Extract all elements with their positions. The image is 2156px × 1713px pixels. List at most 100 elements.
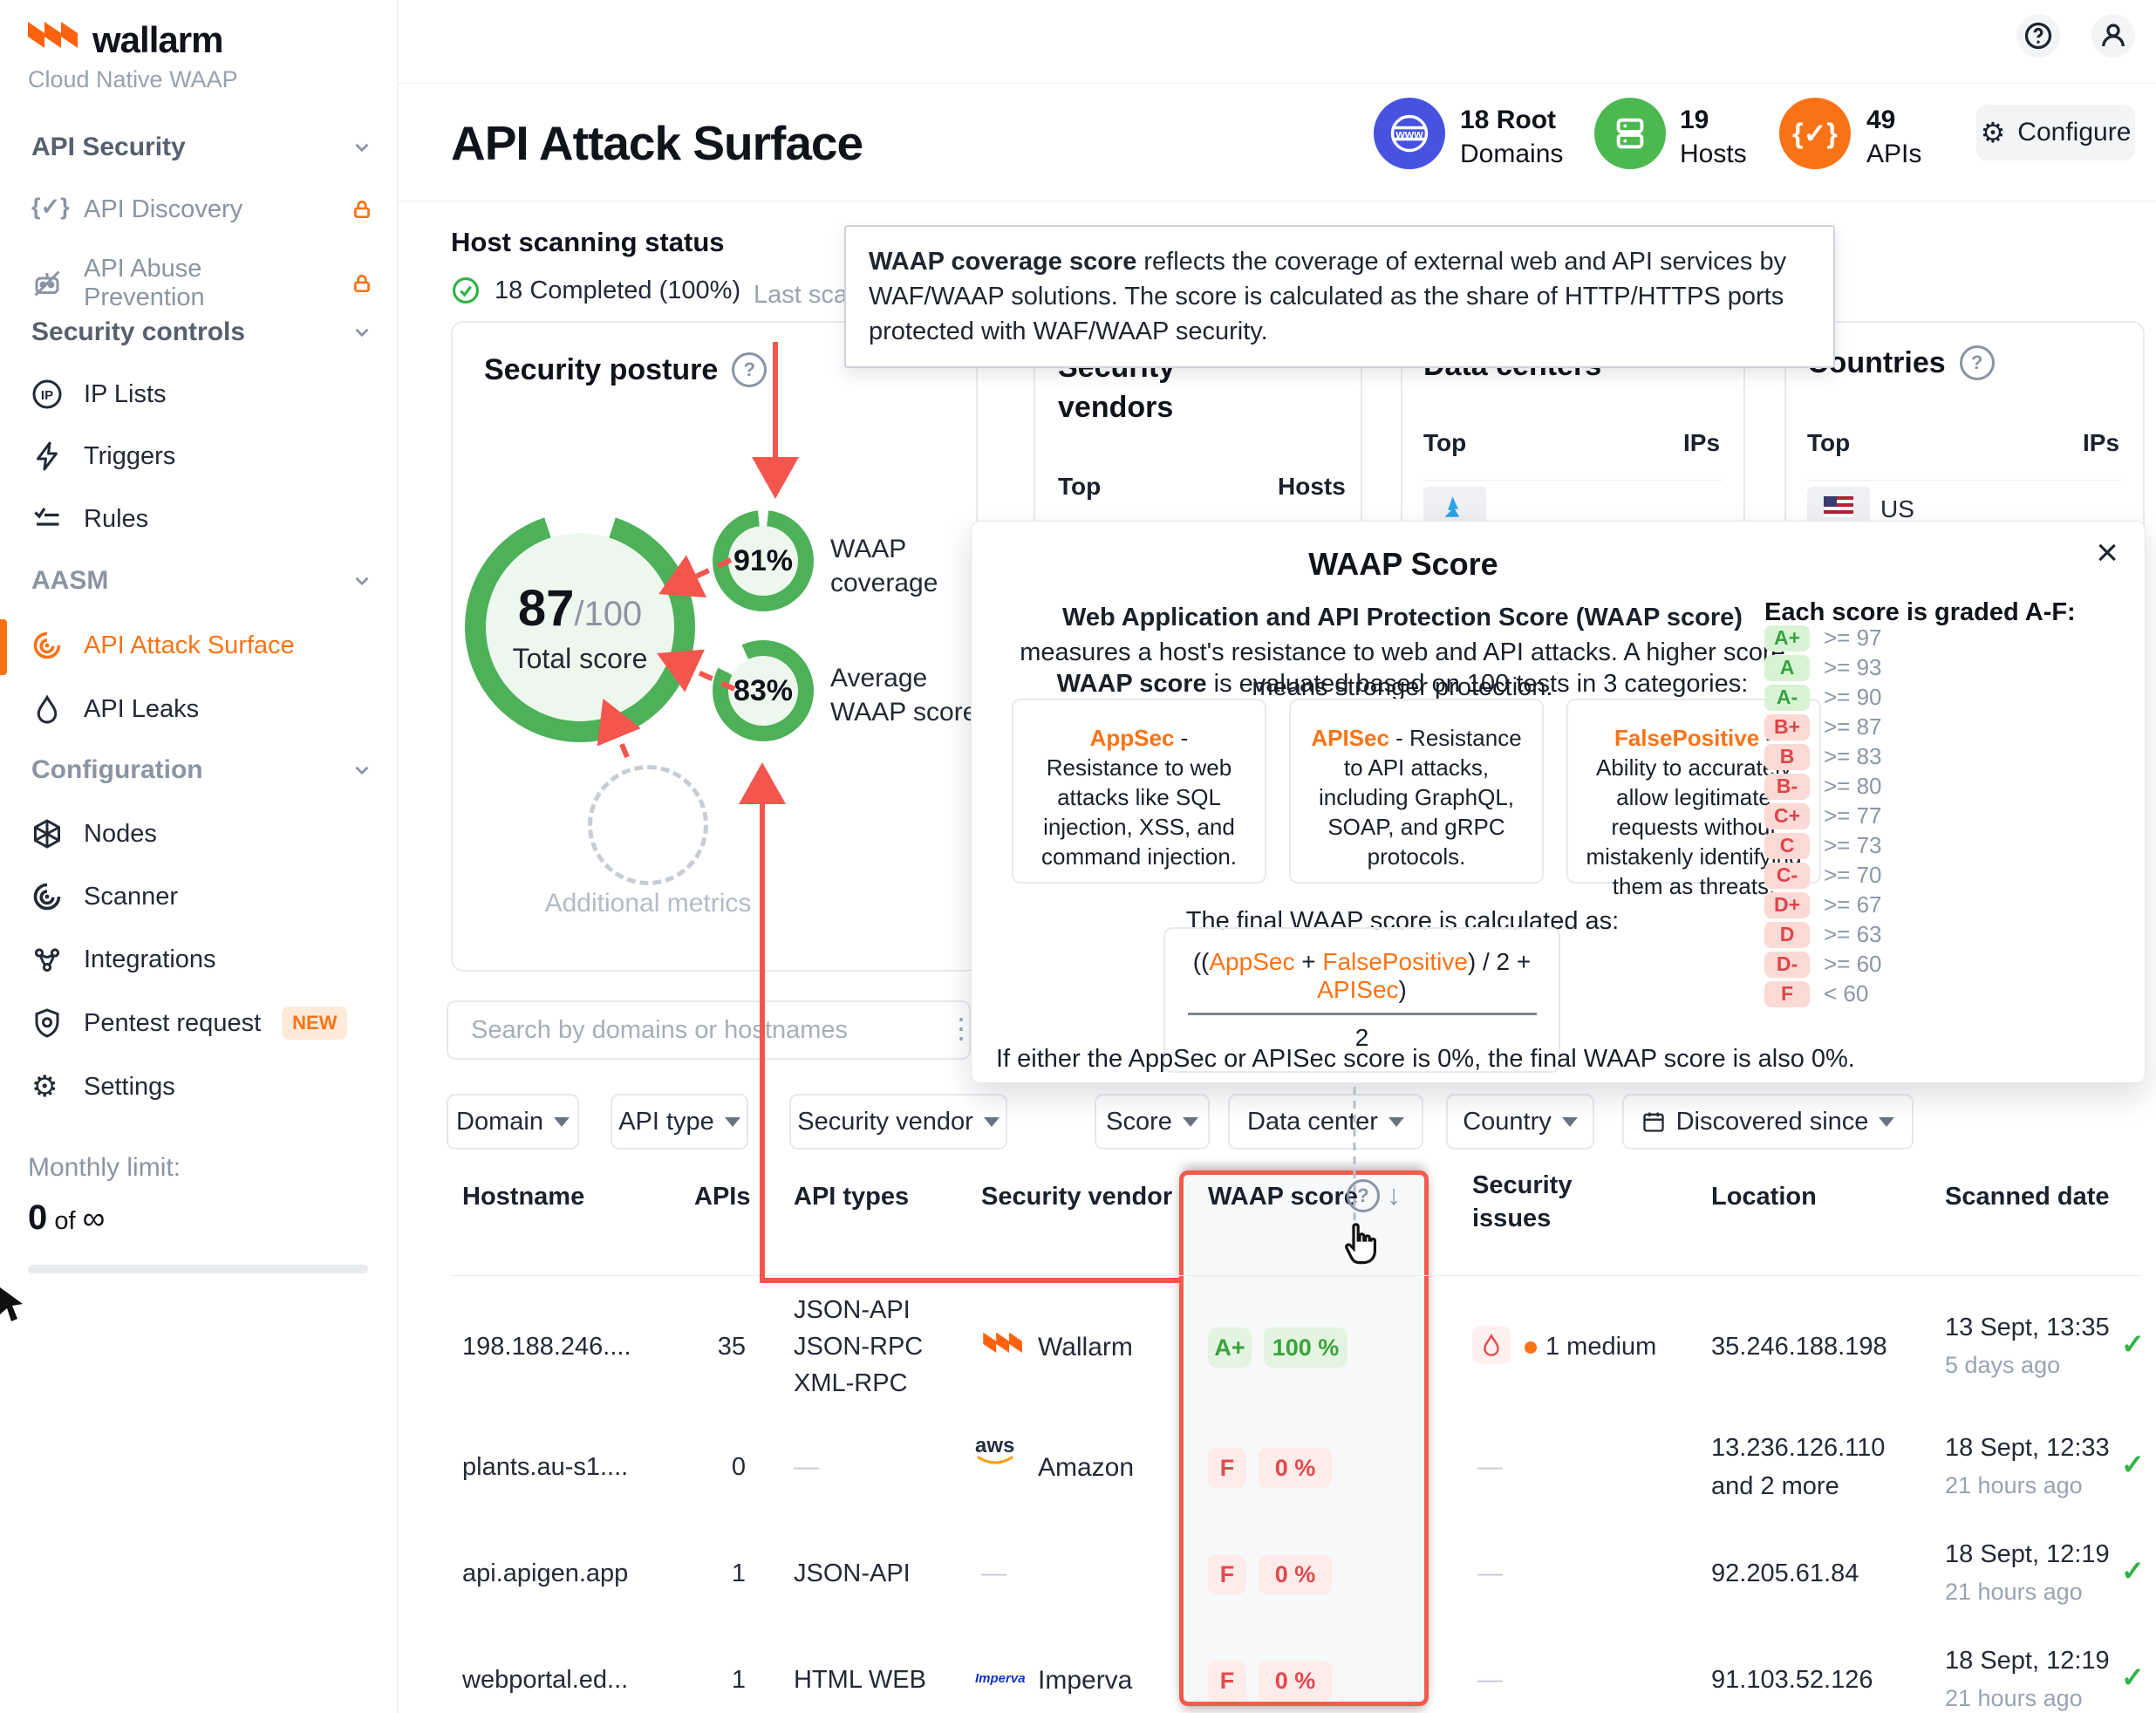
sidebar-item-api-leaks[interactable]: API Leaks xyxy=(31,693,373,725)
filter-country[interactable]: Country xyxy=(1446,1094,1594,1150)
help-icon[interactable]: ? xyxy=(732,352,767,387)
brand-logo[interactable]: wallarm xyxy=(26,19,222,61)
robot-icon xyxy=(31,268,63,299)
hosts-stat-icon xyxy=(1594,98,1666,169)
modal-title: WAAP Score xyxy=(972,546,1835,583)
sort-descending-icon[interactable]: ↓ xyxy=(1387,1179,1401,1211)
monthly-limit-value: 0 of ∞ xyxy=(28,1198,105,1238)
globe-icon: www xyxy=(1387,111,1432,156)
location-more[interactable]: and 2 more xyxy=(1711,1472,1839,1501)
score-badge: 0 % xyxy=(1259,1661,1332,1701)
hostname-cell[interactable]: api.apigen.app xyxy=(462,1559,628,1588)
droplet-icon xyxy=(1479,1333,1504,1357)
issues-cell[interactable]: 1 medium xyxy=(1545,1333,1656,1362)
filter-security-vendor[interactable]: Security vendor xyxy=(789,1094,1007,1150)
sidebar-section-configuration[interactable]: Configuration xyxy=(31,755,373,785)
filter-domain[interactable]: Domain xyxy=(447,1094,579,1150)
waap-score-help-icon[interactable]: ? xyxy=(1347,1179,1380,1212)
scan-date: 18 Sept, 12:19 xyxy=(1945,1647,2110,1675)
filter-data-center[interactable]: Data center xyxy=(1228,1094,1423,1150)
col-api-types[interactable]: API types xyxy=(794,1183,909,1211)
sidebar-item-integrations[interactable]: Integrations xyxy=(31,944,373,975)
brand-name: wallarm xyxy=(92,19,222,61)
additional-metrics-circle[interactable] xyxy=(588,765,708,885)
security-posture-title: Security posture xyxy=(484,353,718,387)
topbar-divider xyxy=(398,83,2156,84)
grade-row: C+>= 77 xyxy=(1764,802,1882,829)
chevron-down-icon xyxy=(1388,1117,1404,1127)
col-location[interactable]: Location xyxy=(1711,1183,1817,1211)
configure-button[interactable]: ⚙ Configure xyxy=(1976,105,2135,160)
formula-numerator: ((AppSec + FalsePositive) / 2 + APISec) xyxy=(1174,948,1550,1004)
hostname-cell[interactable]: 198.188.246.... xyxy=(462,1333,631,1362)
sidebar-item-settings[interactable]: ⚙ Settings xyxy=(31,1071,373,1102)
waap-score-column-highlight xyxy=(1179,1170,1429,1706)
chevron-down-icon xyxy=(1562,1117,1578,1127)
scan-success-icon: ✓ xyxy=(2121,1448,2145,1481)
sidebar-item-api-attack-surface[interactable]: API Attack Surface xyxy=(31,630,373,661)
grade-row: B>= 83 xyxy=(1764,743,1882,770)
grades-heading: Each score is graded A-F: xyxy=(1764,598,2076,627)
sidebar-item-nodes[interactable]: Nodes xyxy=(31,818,373,850)
api-type: JSON-RPC xyxy=(794,1333,923,1362)
lock-icon xyxy=(351,198,373,221)
chevron-down-icon xyxy=(351,570,373,592)
scanner-radar-icon xyxy=(31,881,63,912)
scan-completed-text: 18 Completed (100%) xyxy=(495,276,740,305)
last-scan-text: Last sca xyxy=(754,281,848,310)
ip-icon: IP xyxy=(31,379,63,410)
location-cell: 91.103.52.126 xyxy=(1711,1666,1873,1695)
api-types-empty: — xyxy=(794,1453,819,1482)
grade-badge: F xyxy=(1208,1448,1246,1488)
filter-api-type[interactable]: API type xyxy=(611,1094,748,1150)
appsec-card: AppSec - Resistance to web attacks like … xyxy=(1012,699,1266,884)
help-button[interactable] xyxy=(2016,14,2060,58)
check-circle-icon xyxy=(451,276,481,305)
brand-subtitle: Cloud Native WAAP xyxy=(28,66,238,93)
help-icon[interactable]: ? xyxy=(1960,345,1995,380)
sidebar-item-triggers[interactable]: Triggers xyxy=(31,440,373,472)
mouse-cursor-icon xyxy=(0,1287,30,1333)
svg-text:IP: IP xyxy=(41,388,53,403)
sidebar-section-aasm[interactable]: AASM xyxy=(31,566,373,596)
col-security-vendor[interactable]: Security vendor xyxy=(981,1183,1172,1211)
wallarm-vendor-icon xyxy=(981,1331,1025,1362)
chevron-down-icon xyxy=(984,1117,1000,1127)
checklist-icon xyxy=(31,503,63,535)
waap-score-modal: WAAP Score × Web Application and API Pro… xyxy=(971,521,2146,1083)
col-waap-score[interactable]: WAAP score xyxy=(1208,1183,1358,1211)
calendar-icon xyxy=(1641,1109,1666,1134)
radar-icon xyxy=(31,630,63,661)
api-type: XML-RPC xyxy=(794,1369,908,1398)
security-issue-icon[interactable] xyxy=(1472,1326,1511,1364)
col-hostname[interactable]: Hostname xyxy=(462,1183,584,1211)
modal-note: If either the AppSec or APISec score is … xyxy=(996,1045,1855,1074)
vendors-col-hosts: Hosts xyxy=(1278,473,1346,501)
hostname-cell[interactable]: plants.au-s1.... xyxy=(462,1453,628,1482)
total-score-label: Total score xyxy=(513,643,648,675)
location-cell: 92.205.61.84 xyxy=(1711,1559,1859,1588)
vendor-name: Wallarm xyxy=(1038,1333,1133,1362)
sidebar-item-scanner[interactable]: Scanner xyxy=(31,881,373,912)
sidebar-item-ip-lists[interactable]: IP IP Lists xyxy=(31,379,373,410)
col-security-issues[interactable]: Security issues xyxy=(1472,1169,1594,1235)
col-scanned-date[interactable]: Scanned date xyxy=(1945,1183,2110,1211)
close-icon[interactable]: × xyxy=(2096,534,2118,572)
root-domains-stat: 18 RootDomains xyxy=(1460,103,1563,171)
sidebar-section-api-security[interactable]: API Security xyxy=(31,133,373,162)
sidebar-item-pentest-request[interactable]: Pentest request NEW xyxy=(31,1007,373,1040)
filter-discovered-since[interactable]: Discovered since xyxy=(1622,1094,1914,1150)
hostname-cell[interactable]: webportal.ed... xyxy=(462,1666,628,1695)
sidebar-item-api-discovery[interactable]: {✓} API Discovery xyxy=(31,194,373,225)
sidebar-section-security-controls[interactable]: Security controls xyxy=(31,317,373,347)
grade-badge: A+ xyxy=(1208,1327,1252,1368)
lightning-icon xyxy=(31,440,63,472)
filter-score[interactable]: Score xyxy=(1095,1094,1210,1150)
search-input[interactable] xyxy=(447,1000,971,1060)
user-button[interactable] xyxy=(2091,14,2135,58)
col-apis[interactable]: APIs xyxy=(694,1183,750,1211)
average-waap-label: Average WAAP score xyxy=(830,661,987,729)
sidebar-item-api-abuse-prevention[interactable]: API Abuse Prevention xyxy=(31,255,373,312)
average-waap-donut: 83% xyxy=(713,640,814,741)
sidebar-item-rules[interactable]: Rules xyxy=(31,503,373,535)
